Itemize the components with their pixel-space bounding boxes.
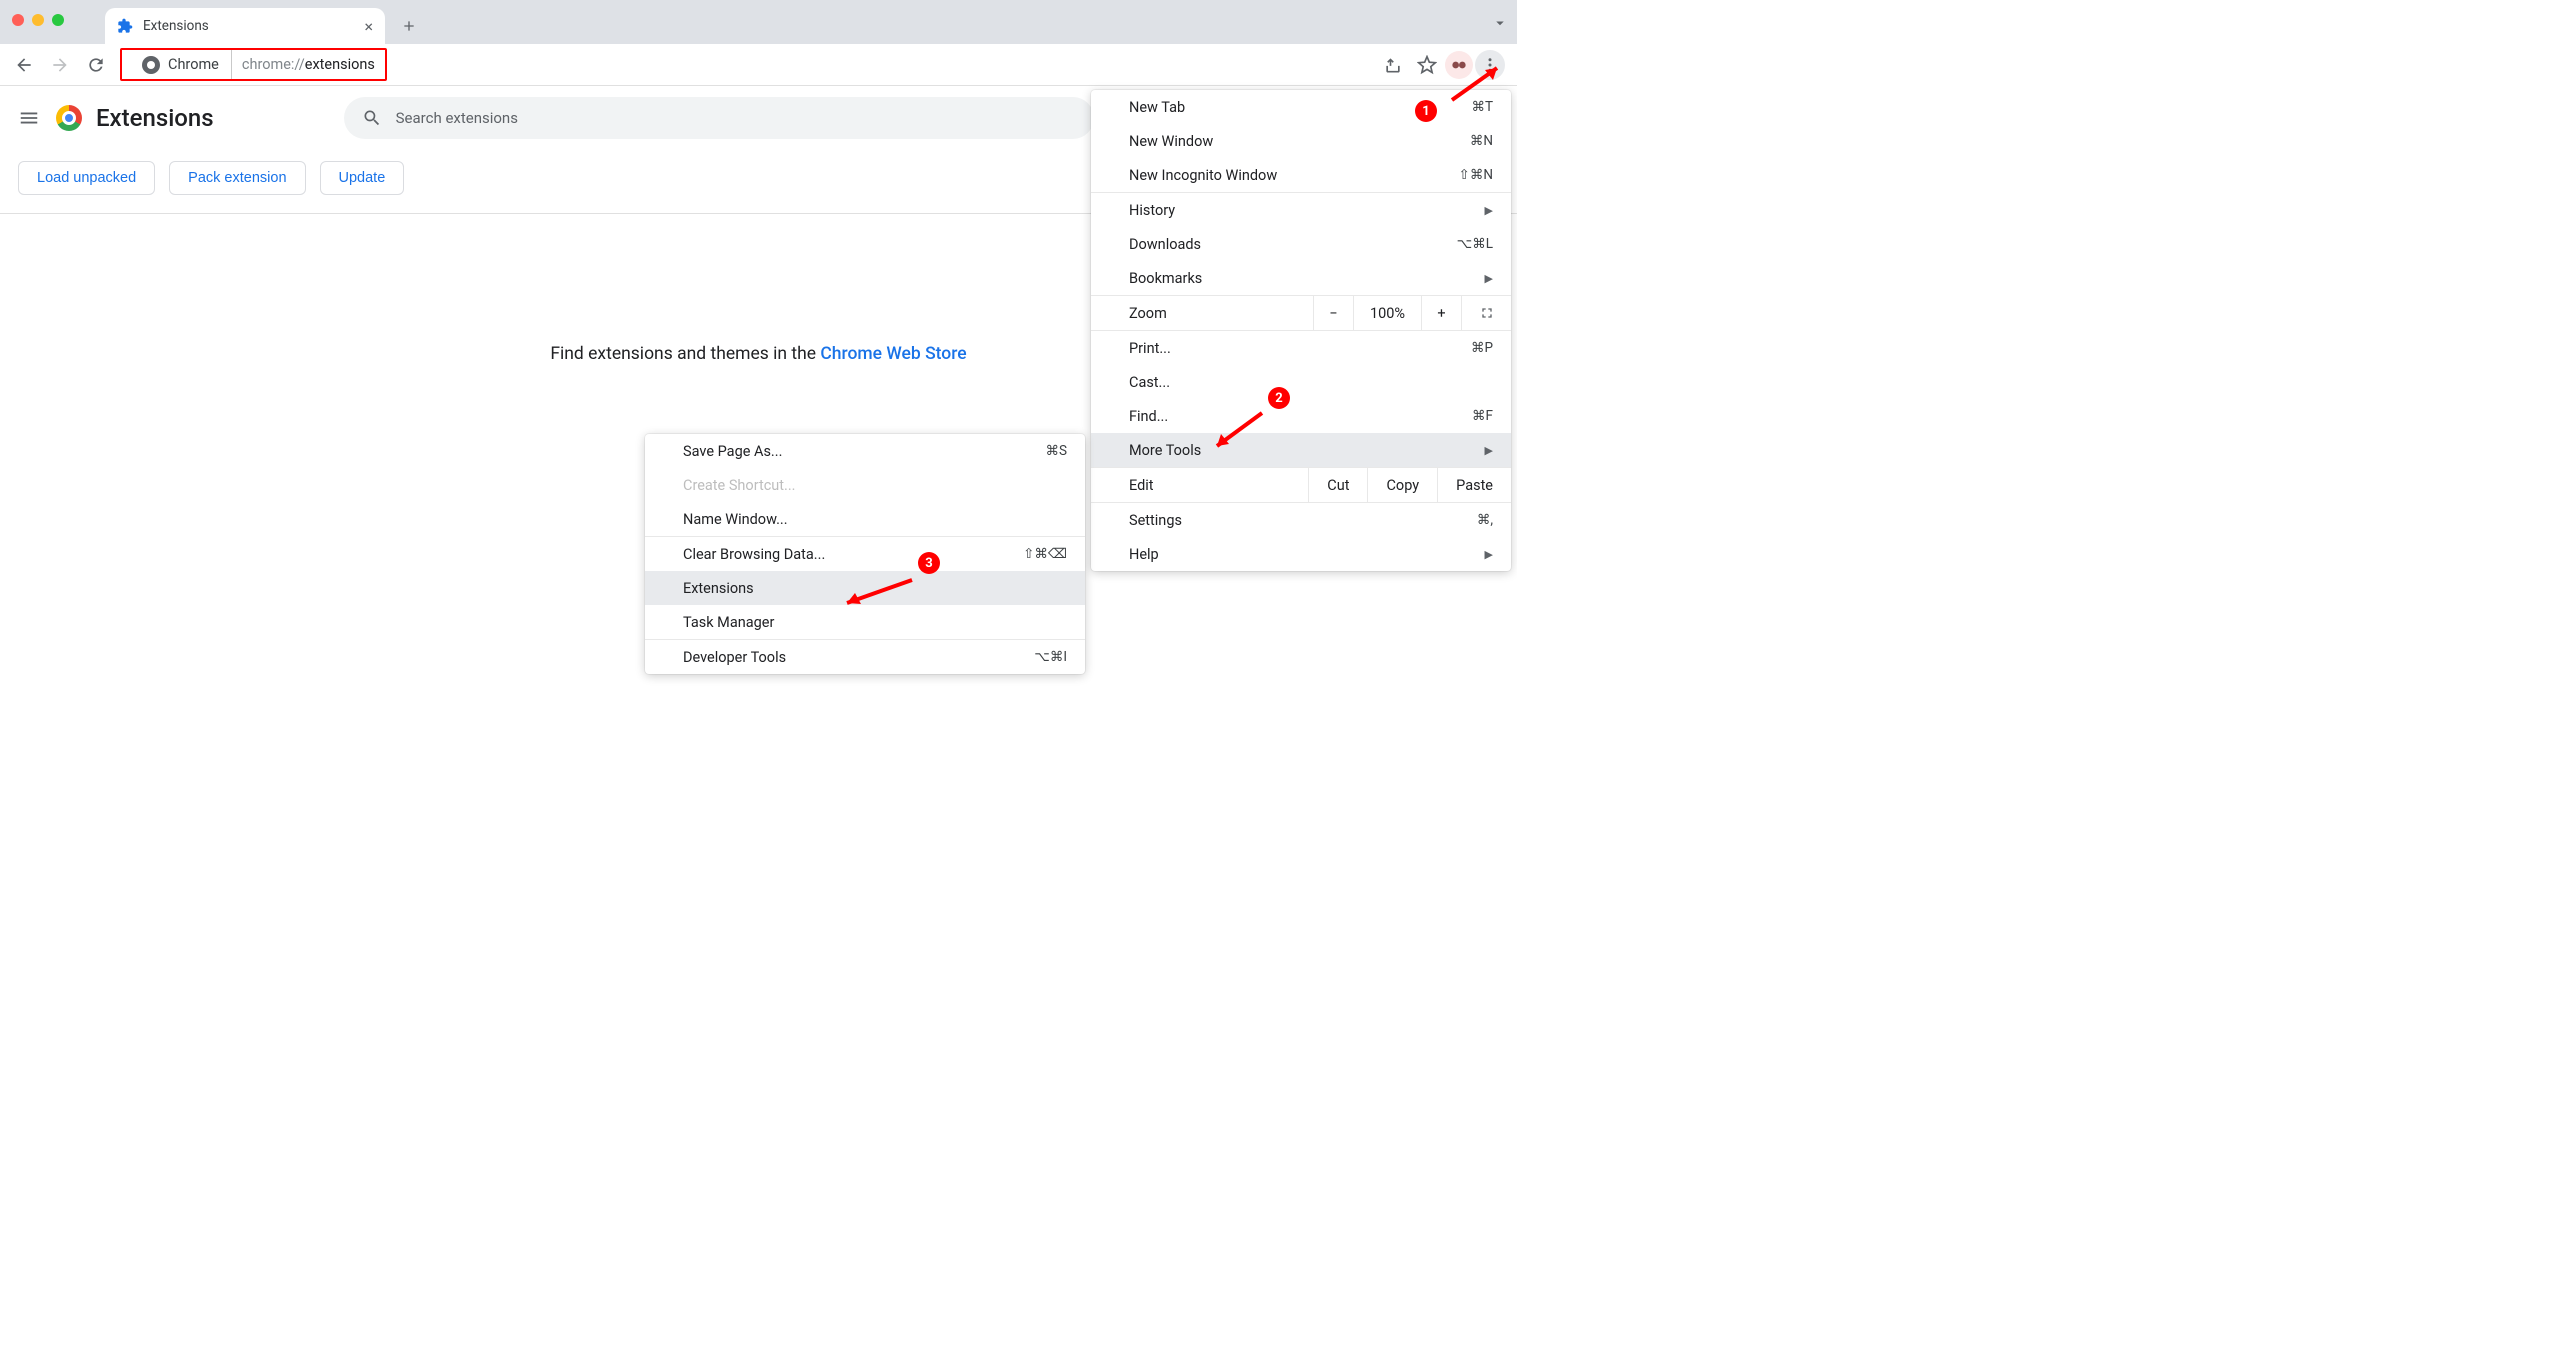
chrome-web-store-link[interactable]: Chrome Web Store <box>820 344 966 364</box>
chrome-logo-icon <box>56 105 82 131</box>
cut-button[interactable]: Cut <box>1308 468 1367 502</box>
fullscreen-button[interactable] <box>1461 296 1511 330</box>
tab-search-button[interactable] <box>1491 14 1509 36</box>
menu-item-print[interactable]: Print...⌘P <box>1091 331 1511 365</box>
annotation-arrow-1 <box>1447 60 1507 105</box>
pack-extension-button[interactable]: Pack extension <box>169 161 305 195</box>
chrome-scheme-icon <box>142 56 160 74</box>
zoom-value: 100% <box>1353 296 1421 330</box>
extension-icon <box>117 18 133 34</box>
search-extensions-input[interactable]: Search extensions <box>344 97 1094 139</box>
menu-item-new-window[interactable]: New Window⌘N <box>1091 124 1511 158</box>
omnibox-origin-chip: Chrome <box>122 50 232 79</box>
chevron-right-icon: ▶ <box>1485 272 1493 285</box>
chevron-right-icon: ▶ <box>1485 548 1493 561</box>
title-bar: Extensions × <box>0 0 1517 44</box>
omnibox-highlighted[interactable]: Chrome chrome://extensions <box>120 48 387 81</box>
chevron-right-icon: ▶ <box>1485 444 1493 457</box>
forward-button[interactable] <box>44 49 76 81</box>
menu-item-zoom: Zoom − 100% + <box>1091 295 1511 331</box>
omnibox-url: chrome://extensions <box>232 56 385 73</box>
minimize-window-button[interactable] <box>32 14 44 26</box>
submenu-item-dev-tools[interactable]: Developer Tools⌥⌘I <box>645 640 1085 674</box>
search-icon <box>362 108 382 128</box>
window-controls <box>12 14 64 26</box>
page-title: Extensions <box>96 104 214 132</box>
submenu-item-clear-browsing[interactable]: Clear Browsing Data...⇧⌘⌫ <box>645 537 1085 571</box>
toolbar: Chrome chrome://extensions <box>0 44 1517 86</box>
menu-item-find[interactable]: Find...⌘F <box>1091 399 1511 433</box>
bookmark-button[interactable] <box>1411 49 1443 81</box>
menu-icon[interactable] <box>18 107 40 129</box>
menu-item-bookmarks[interactable]: Bookmarks▶ <box>1091 261 1511 295</box>
browser-tab[interactable]: Extensions × <box>105 8 385 44</box>
paste-button[interactable]: Paste <box>1437 468 1511 502</box>
new-tab-button[interactable] <box>395 12 423 40</box>
submenu-item-task-manager[interactable]: Task Manager <box>645 605 1085 639</box>
annotation-arrow-3 <box>837 575 917 610</box>
menu-item-more-tools[interactable]: More Tools▶ <box>1091 433 1511 467</box>
annotation-arrow-2 <box>1207 408 1267 453</box>
close-tab-button[interactable]: × <box>364 17 373 36</box>
fullscreen-icon <box>1479 305 1495 321</box>
close-window-button[interactable] <box>12 14 24 26</box>
omnibox-origin-label: Chrome <box>168 56 219 73</box>
annotation-badge-1: 1 <box>1415 100 1437 122</box>
menu-item-history[interactable]: History▶ <box>1091 193 1511 227</box>
menu-item-settings[interactable]: Settings⌘, <box>1091 503 1511 537</box>
load-unpacked-button[interactable]: Load unpacked <box>18 161 155 195</box>
reload-button[interactable] <box>80 49 112 81</box>
zoom-in-button[interactable]: + <box>1421 296 1461 330</box>
chevron-right-icon: ▶ <box>1485 204 1493 217</box>
maximize-window-button[interactable] <box>52 14 64 26</box>
menu-item-help[interactable]: Help▶ <box>1091 537 1511 571</box>
menu-item-edit: Edit Cut Copy Paste <box>1091 467 1511 503</box>
menu-item-new-incognito[interactable]: New Incognito Window⇧⌘N <box>1091 158 1511 192</box>
submenu-item-create-shortcut: Create Shortcut... <box>645 468 1085 502</box>
update-button[interactable]: Update <box>320 161 405 195</box>
submenu-item-save-page[interactable]: Save Page As...⌘S <box>645 434 1085 468</box>
back-button[interactable] <box>8 49 40 81</box>
annotation-badge-3: 3 <box>918 552 940 574</box>
search-placeholder: Search extensions <box>396 109 518 127</box>
chrome-window: Extensions × Chrome chrome://extensions <box>0 0 1517 800</box>
zoom-out-button[interactable]: − <box>1313 296 1353 330</box>
menu-item-cast[interactable]: Cast... <box>1091 365 1511 399</box>
annotation-badge-2: 2 <box>1268 387 1290 409</box>
chrome-main-menu: New Tab⌘T New Window⌘N New Incognito Win… <box>1091 90 1511 571</box>
copy-button[interactable]: Copy <box>1367 468 1437 502</box>
share-button[interactable] <box>1377 49 1409 81</box>
more-tools-submenu: Save Page As...⌘S Create Shortcut... Nam… <box>645 434 1085 674</box>
submenu-item-name-window[interactable]: Name Window... <box>645 502 1085 536</box>
menu-item-downloads[interactable]: Downloads⌥⌘L <box>1091 227 1511 261</box>
tab-title: Extensions <box>143 18 364 34</box>
